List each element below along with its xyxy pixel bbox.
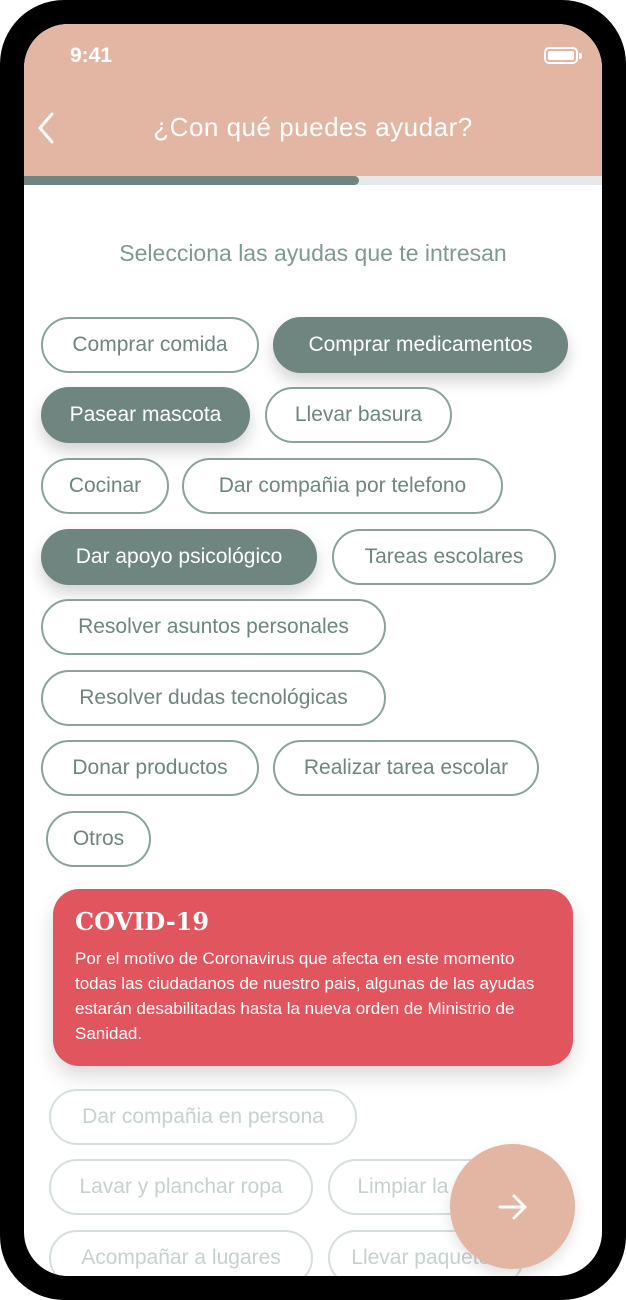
progress-bar-fill [24,176,360,185]
option-chip-pasear-mascota[interactable]: Pasear mascota [41,387,250,443]
disabled-chip-lavar-planchar-ropa: Lavar y planchar ropa [49,1159,313,1215]
option-chip-realizar-tarea-escolar[interactable]: Realizar tarea escolar [273,740,539,796]
covid-notice-text: Por el motivo de Coronavirus que afecta … [75,949,535,1043]
option-chip-llevar-basura[interactable]: Llevar basura [265,387,452,443]
page-title: ¿Con qué puedes ayudar? [153,112,473,142]
disabled-chip-dar-compania-persona: Dar compañia en persona [49,1089,357,1145]
instructions-text: Selecciona las ayudas que te intresan [119,240,507,266]
device-frame: 9:41 ¿Con qué puedes ayudar? Selecciona … [0,0,626,1300]
next-button[interactable] [450,1144,575,1269]
app-header: 9:41 ¿Con qué puedes ayudar? [24,24,602,176]
option-chip-resolver-dudas-tecnologicas[interactable]: Resolver dudas tecnológicas [41,670,386,726]
battery-icon [544,47,582,64]
app-screen: 9:41 ¿Con qué puedes ayudar? Selecciona … [24,24,602,1276]
covid-notice-card: COVID-19 Por el motivo de Coronavirus qu… [53,889,573,1066]
option-chip-tareas-escolares[interactable]: Tareas escolares [332,529,556,585]
covid-notice-title: COVID-19 [75,907,210,936]
option-chip-donar-productos[interactable]: Donar productos [41,740,259,796]
option-chip-dar-apoyo-psicologico[interactable]: Dar apoyo psicológico [41,529,317,585]
option-chip-otros[interactable]: Otros [46,811,151,867]
arrow-right-icon [498,1194,527,1220]
option-chip-comprar-medicamentos[interactable]: Comprar medicamentos [273,317,568,373]
status-time: 9:41 [70,44,113,67]
disabled-chip-acompanar-lugares: Acompañar a lugares [49,1230,313,1276]
option-chip-comprar-comida[interactable]: Comprar comida [41,317,259,373]
option-chip-cocinar[interactable]: Cocinar [41,458,169,514]
progress-bar [24,176,602,185]
option-chip-dar-compania-telefono[interactable]: Dar compañia por telefono [182,458,503,514]
option-chip-resolver-asuntos-personales[interactable]: Resolver asuntos personales [41,599,386,655]
